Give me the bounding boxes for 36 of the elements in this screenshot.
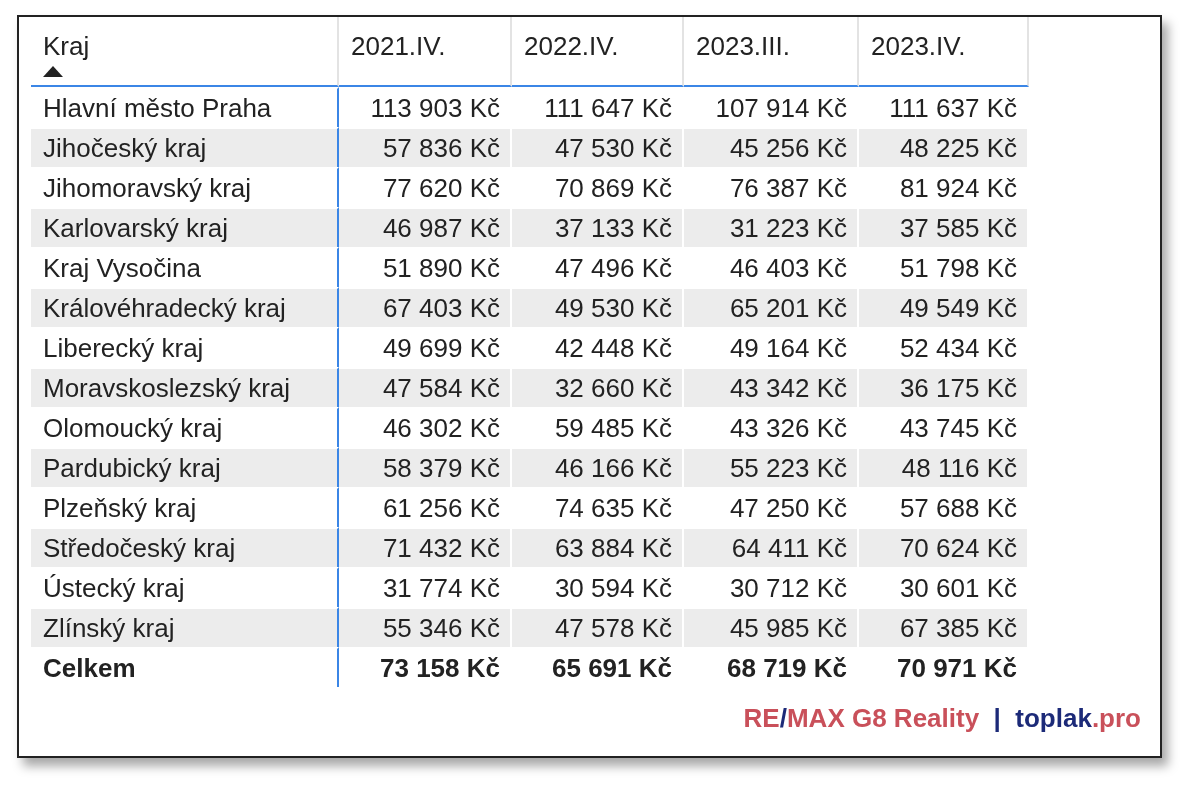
table-cell: 65 201 Kč xyxy=(684,287,859,327)
table-cell: 55 223 Kč xyxy=(684,447,859,487)
table-cell: 46 166 Kč xyxy=(512,447,684,487)
table-cell: 31 223 Kč xyxy=(684,207,859,247)
table-cell: 36 175 Kč xyxy=(859,367,1029,407)
row-header-cell: Středočeský kraj xyxy=(31,527,339,567)
table-cell: 57 836 Kč xyxy=(339,127,512,167)
table-cell: 43 342 Kč xyxy=(684,367,859,407)
row-header-cell: Královéhradecký kraj xyxy=(31,287,339,327)
table-cell: 67 403 Kč xyxy=(339,287,512,327)
table-cell: 48 225 Kč xyxy=(859,127,1029,167)
table-cell: 49 530 Kč xyxy=(512,287,684,327)
table-cell: 64 411 Kč xyxy=(684,527,859,567)
row-header-cell: Jihočeský kraj xyxy=(31,127,339,167)
table-cell: 45 256 Kč xyxy=(684,127,859,167)
row-header-cell: Moravskoslezský kraj xyxy=(31,367,339,407)
table-cell: 49 549 Kč xyxy=(859,287,1029,327)
row-header-cell: Pardubický kraj xyxy=(31,447,339,487)
table-cell: 45 985 Kč xyxy=(684,607,859,647)
table-cell: 67 385 Kč xyxy=(859,607,1029,647)
table-cell: 58 379 Kč xyxy=(339,447,512,487)
footer-credit: RE/MAX G8 Reality | toplak.pro xyxy=(742,703,1141,734)
table-cell: 55 346 Kč xyxy=(339,607,512,647)
table-cell: 48 116 Kč xyxy=(859,447,1029,487)
table-cell: 32 660 Kč xyxy=(512,367,684,407)
table-cell: 37 585 Kč xyxy=(859,207,1029,247)
table-cell: 47 584 Kč xyxy=(339,367,512,407)
table-cell: 37 133 Kč xyxy=(512,207,684,247)
table-cell: 46 987 Kč xyxy=(339,207,512,247)
table-cell: 47 530 Kč xyxy=(512,127,684,167)
row-header-cell: Karlovarský kraj xyxy=(31,207,339,247)
table-cell: 70 624 Kč xyxy=(859,527,1029,567)
table-cell: 71 432 Kč xyxy=(339,527,512,567)
table-cell: 47 578 Kč xyxy=(512,607,684,647)
table-cell: 63 884 Kč xyxy=(512,527,684,567)
row-header-cell: Zlínský kraj xyxy=(31,607,339,647)
